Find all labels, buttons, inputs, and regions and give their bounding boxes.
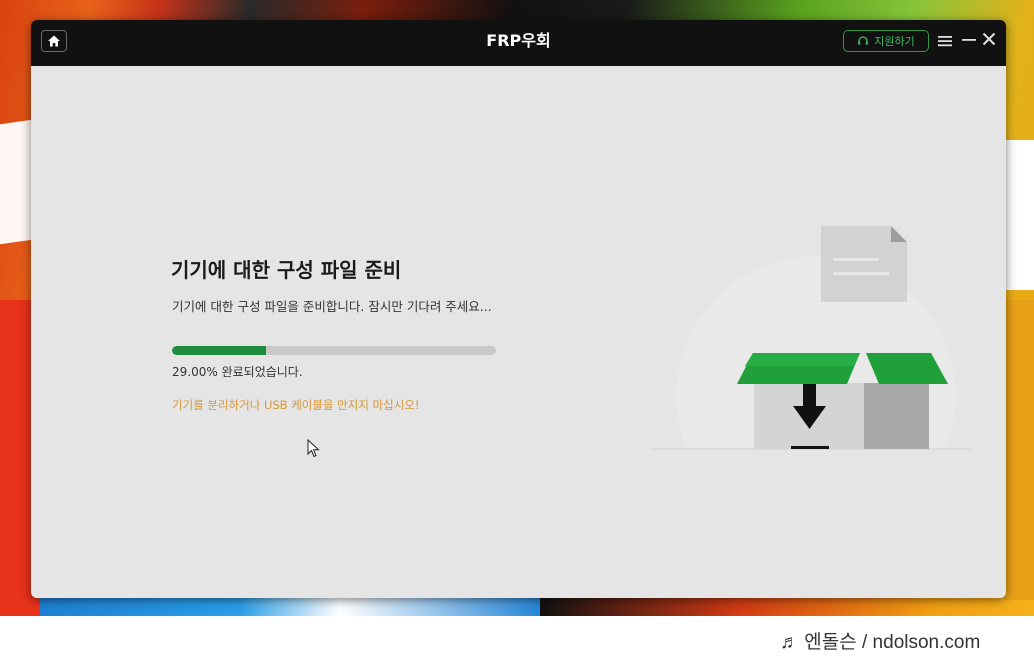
main-content: 기기에 대한 구성 파일 준비 기기에 대한 구성 파일을 준비합니다. 잠시만… (31, 66, 1006, 598)
hamburger-menu-icon[interactable] (937, 33, 953, 49)
page-title: 기기에 대한 구성 파일 준비 (171, 258, 402, 282)
title-bar: FRP우회 지원하기 (31, 20, 1006, 66)
headset-icon (858, 36, 869, 45)
close-icon[interactable] (981, 31, 997, 47)
progress-status: 29.00% 완료되었습니다. (172, 365, 303, 379)
progress-fill (172, 346, 266, 355)
description-text: 기기에 대한 구성 파일을 준비합니다. 잠시만 기다려 주세요... (172, 299, 492, 314)
support-label: 지원하기 (874, 35, 915, 48)
progress-bar (172, 346, 496, 355)
support-button[interactable]: 지원하기 (843, 30, 929, 52)
home-icon (48, 35, 60, 47)
warning-message: 기기를 분리하거나 USB 케이블을 만지지 마십시오! (172, 398, 420, 412)
box-download-illustration (641, 226, 981, 456)
minimize-icon[interactable] (961, 32, 977, 48)
home-button[interactable] (41, 30, 67, 52)
watermark-text: ♬ 엔돌슨 / ndolson.com (780, 632, 981, 653)
app-window: FRP우회 지원하기 기기에 대한 구성 파일 준비 기기에 대한 구성 파일을… (31, 20, 1006, 598)
mouse-cursor-icon (307, 439, 320, 458)
